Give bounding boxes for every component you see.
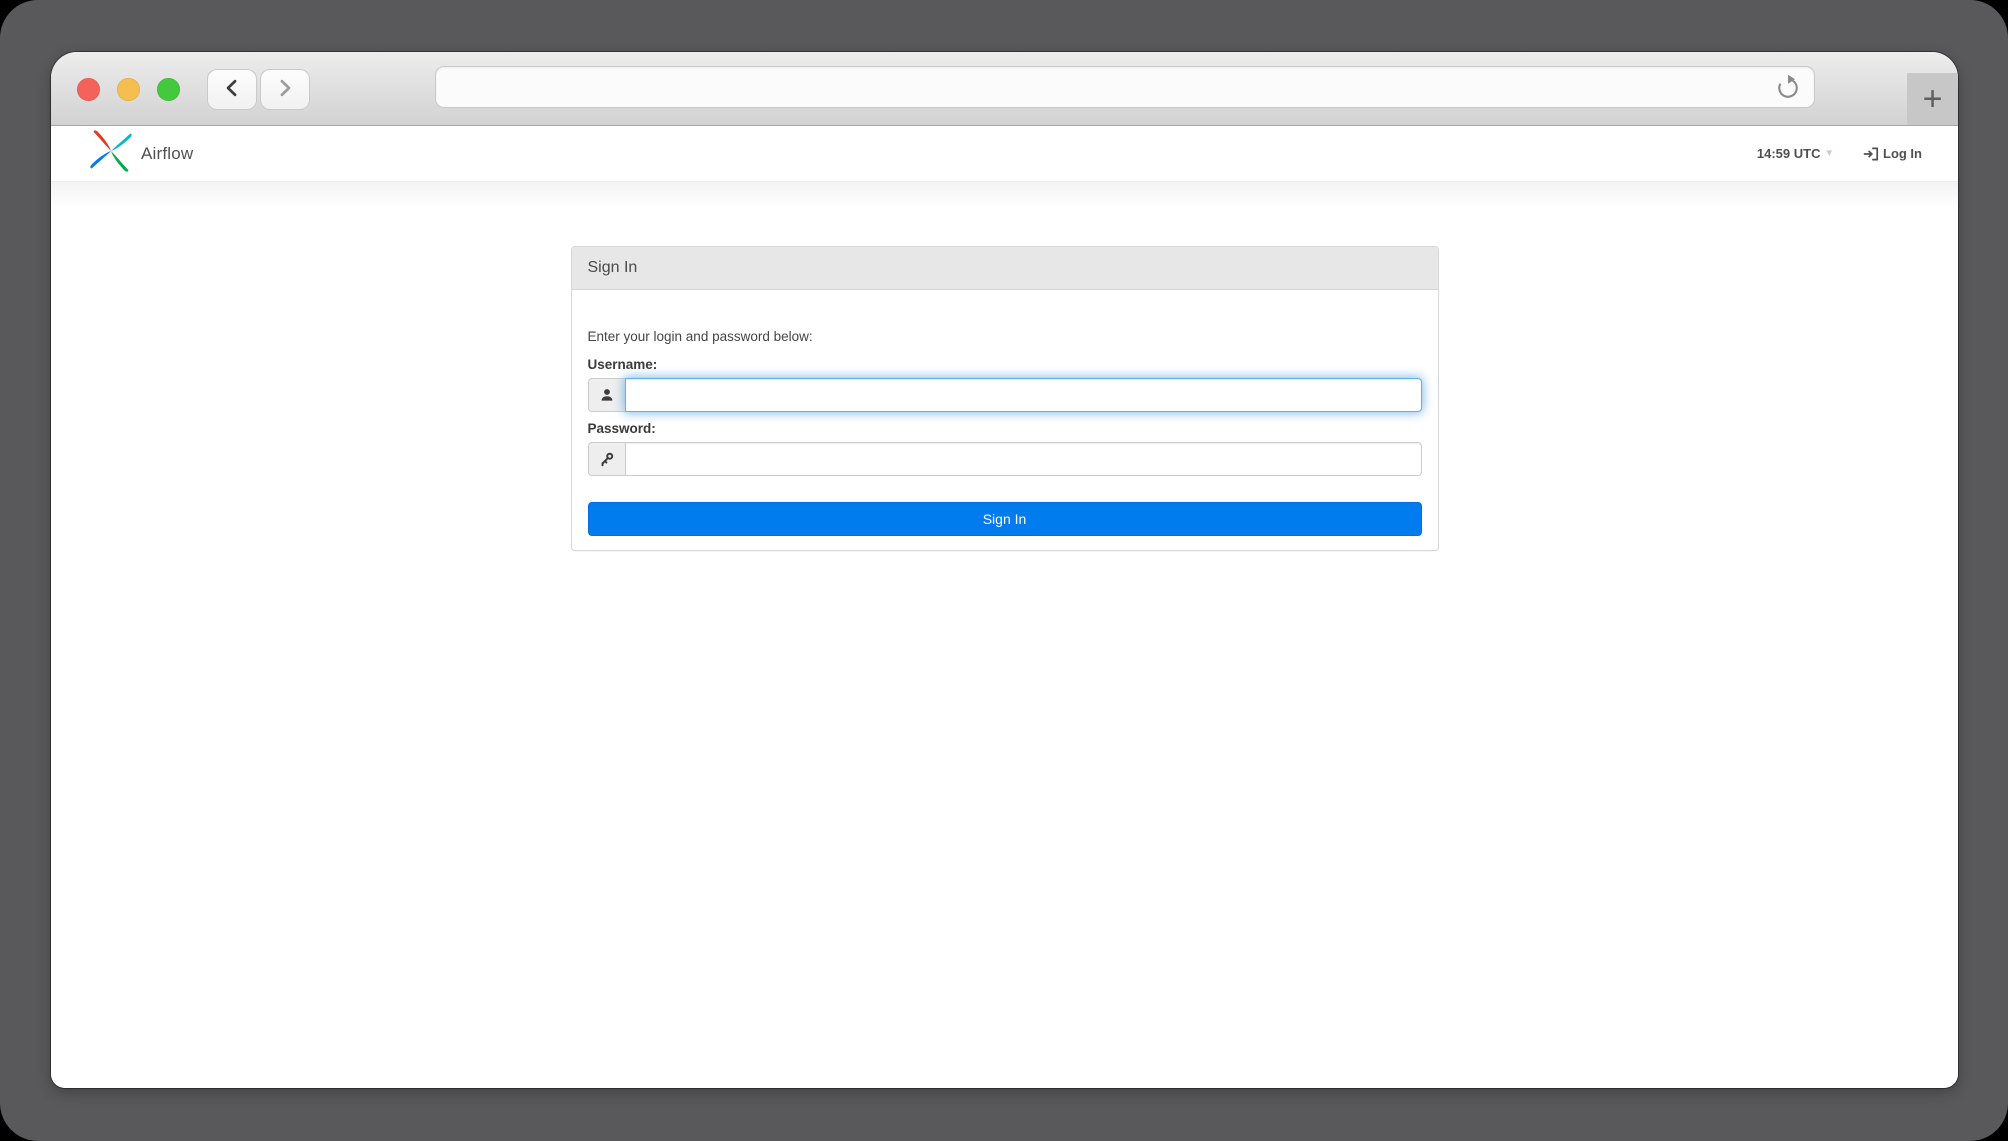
clock-label: 14:59 UTC <box>1757 146 1821 161</box>
close-window-button[interactable] <box>77 78 100 101</box>
navbar-right: 14:59 UTC ▾ Log In <box>1757 145 1922 163</box>
desktop-background: + Airflow <box>0 0 2008 1141</box>
brand-label: Airflow <box>141 144 193 164</box>
plus-icon: + <box>1923 80 1943 119</box>
signin-button[interactable]: Sign In <box>588 502 1422 536</box>
user-icon <box>599 387 615 403</box>
minimize-window-button[interactable] <box>117 78 140 101</box>
airflow-brand-link[interactable]: Airflow <box>88 130 193 177</box>
chevron-left-icon <box>222 76 242 103</box>
app-navbar: Airflow 14:59 UTC ▾ Log In <box>51 126 1958 182</box>
maximize-window-button[interactable] <box>157 78 180 101</box>
signin-panel: Sign In Enter your login and password be… <box>571 246 1439 551</box>
signin-panel-header: Sign In <box>572 247 1438 290</box>
signin-panel-title: Sign In <box>588 259 638 276</box>
airflow-logo-icon <box>88 130 134 177</box>
username-input-group <box>588 378 1422 412</box>
chevron-right-icon <box>275 76 295 103</box>
back-button[interactable] <box>207 69 257 110</box>
password-label: Password: <box>588 421 1422 436</box>
refresh-icon <box>1774 90 1802 105</box>
nav-login-link[interactable]: Log In <box>1862 145 1922 163</box>
forward-button[interactable] <box>260 69 310 110</box>
clock-dropdown[interactable]: 14:59 UTC ▾ <box>1757 146 1832 161</box>
password-input-group <box>588 442 1422 476</box>
new-tab-button[interactable]: + <box>1907 73 1958 125</box>
page-content: Sign In Enter your login and password be… <box>51 182 1958 1088</box>
browser-toolbar: + <box>51 52 1958 126</box>
username-label: Username: <box>588 357 1422 372</box>
username-addon <box>588 378 625 412</box>
username-input[interactable] <box>625 378 1422 412</box>
caret-down-icon: ▾ <box>1826 146 1832 159</box>
key-icon <box>599 451 615 467</box>
password-input[interactable] <box>625 442 1422 476</box>
refresh-button[interactable] <box>1774 74 1802 102</box>
signin-intro-text: Enter your login and password below: <box>588 329 1422 344</box>
sign-in-icon <box>1862 145 1880 163</box>
window-controls <box>77 78 180 101</box>
login-label: Log In <box>1883 146 1922 161</box>
signin-panel-body: Enter your login and password below: Use… <box>572 290 1438 550</box>
browser-window: + Airflow <box>51 52 1958 1088</box>
url-input[interactable] <box>450 69 1750 105</box>
password-addon <box>588 442 625 476</box>
address-bar[interactable] <box>435 66 1815 108</box>
